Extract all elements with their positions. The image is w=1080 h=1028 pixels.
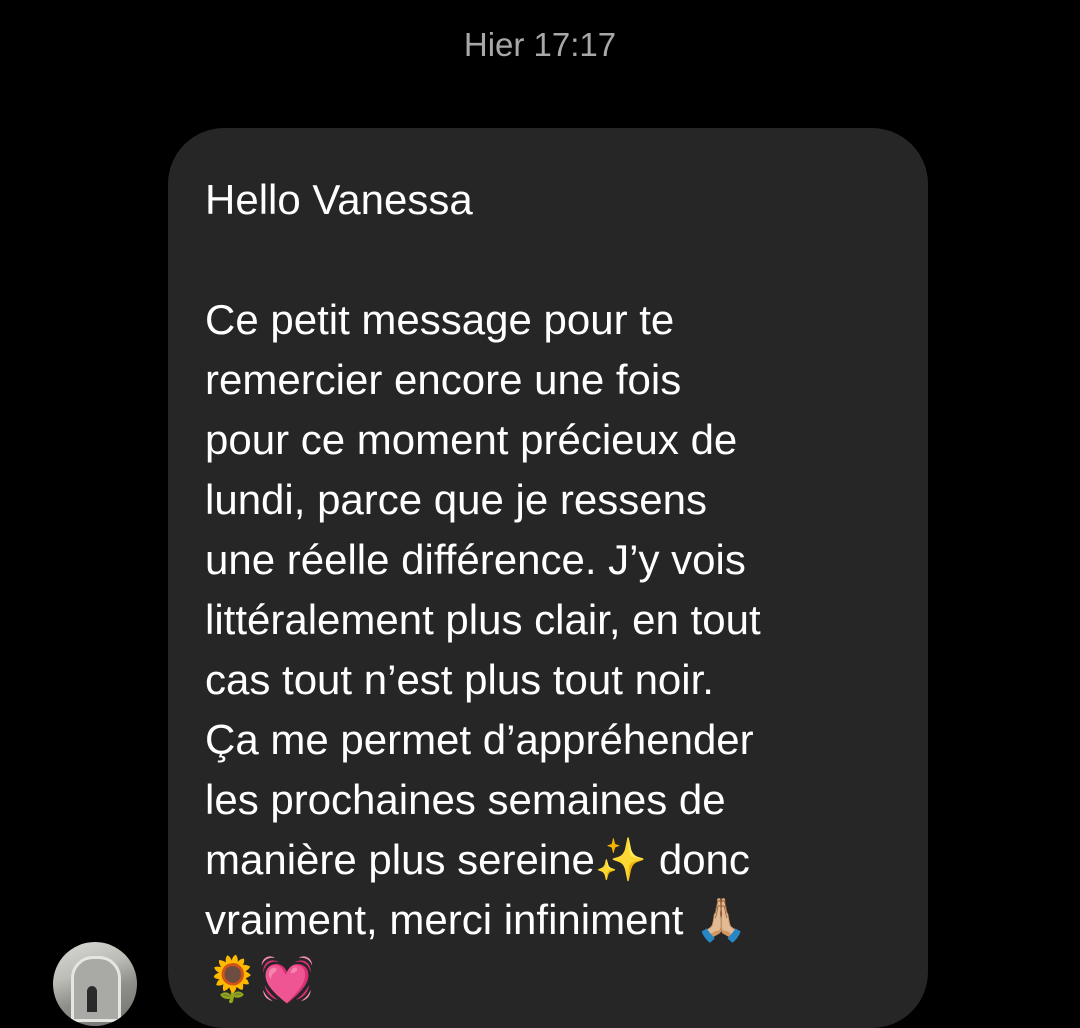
message-line: 🌻💓 [205, 950, 892, 1010]
message-line: Ce petit message pour te [205, 296, 675, 343]
message-line: vraiment, merci infiniment 🙏🏼 [205, 890, 892, 950]
message-line-text: donc [647, 836, 750, 883]
avatar-photo-figure [87, 986, 97, 1012]
message-line: remercier encore une fois [205, 356, 682, 403]
message-line: manière plus sereine✨ donc [205, 830, 892, 890]
message-timestamp: Hier 17:17 [463, 26, 617, 63]
sparkles-emoji: ✨ [594, 835, 648, 884]
message-line-text: vraiment, merci infiniment [205, 896, 696, 943]
message-line: cas tout n’est plus tout noir. [205, 656, 714, 703]
sunflower-heart-emojis: 🌻💓 [205, 954, 315, 1005]
message-greeting: Hello Vanessa [205, 176, 473, 223]
message-paragraph-gap [205, 230, 892, 290]
message-line-text: manière plus sereine [205, 836, 595, 883]
message-bubble[interactable]: Hello Vanessa Ce petit message pour te r… [168, 128, 928, 1028]
sender-avatar[interactable] [53, 942, 137, 1026]
message-line: pour ce moment précieux de [205, 416, 738, 463]
message-line: les prochaines semaines de [205, 776, 726, 823]
message-line: lundi, parce que je ressens [205, 476, 707, 523]
message-line: une réelle différence. J’y vois [205, 536, 746, 583]
message-line: Ça me permet d’appréhender [205, 716, 754, 763]
folded-hands-emoji: 🙏🏼 [695, 895, 748, 944]
message-line: littéralement plus clair, en tout [205, 596, 761, 643]
